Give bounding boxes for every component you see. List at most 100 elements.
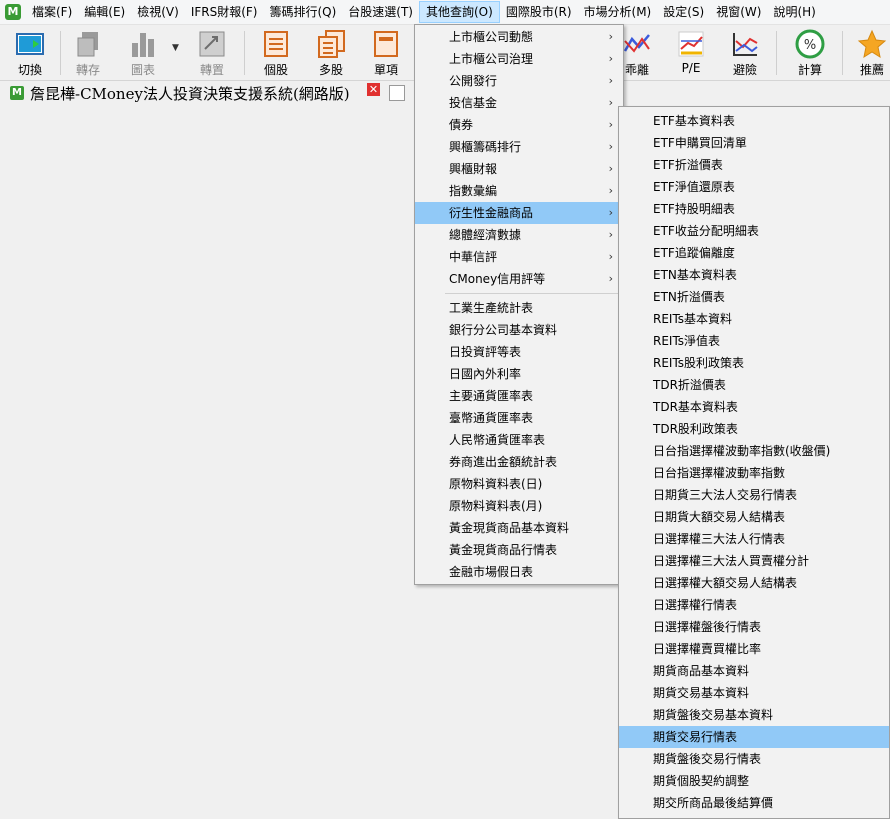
export-button[interactable]: 轉存 <box>62 27 114 77</box>
other-query-menu-item[interactable]: 興櫃籌碼排行 › <box>415 136 623 158</box>
submenu-arrow-icon: › <box>608 162 613 175</box>
other-query-menu-item[interactable]: 工業生產統計表 <box>415 297 623 319</box>
calculate-button[interactable]: % 計算 <box>784 27 836 77</box>
derivatives-submenu-item[interactable]: TDR基本資料表 <box>619 396 889 418</box>
transpose-button[interactable]: 轉置 <box>186 27 238 77</box>
other-query-menu-item[interactable]: 中華信評 › <box>415 246 623 268</box>
multi-stock-icon <box>318 30 345 58</box>
calculate-label: 計算 <box>797 63 822 77</box>
other-query-menu-item[interactable]: 上市櫃公司治理 › <box>415 48 623 70</box>
derivatives-submenu-item[interactable]: REITs股利政策表 <box>619 352 889 374</box>
derivatives-submenu-item[interactable]: ETF基本資料表 <box>619 110 889 132</box>
menu-market-analysis[interactable]: 市場分析(M) <box>578 1 658 23</box>
submenu-arrow-icon: › <box>608 206 613 219</box>
other-query-menu-item[interactable]: 債券 › <box>415 114 623 136</box>
new-window-icon[interactable] <box>389 85 405 101</box>
other-query-menu-item[interactable]: 黃金現貨商品行情表 <box>415 539 623 561</box>
other-query-menu-item[interactable]: 主要通貨匯率表 <box>415 385 623 407</box>
svg-text:%: % <box>804 38 816 53</box>
derivatives-submenu-item[interactable]: ETF淨值還原表 <box>619 176 889 198</box>
derivatives-submenu-item[interactable]: ETN折溢價表 <box>619 286 889 308</box>
menu-tw-quick-select[interactable]: 台股速選(T) <box>342 1 419 23</box>
other-query-menu-item[interactable]: 日國內外利率 <box>415 363 623 385</box>
derivatives-submenu-item[interactable]: 日台指選擇權波動率指數 <box>619 462 889 484</box>
other-query-menu-item[interactable]: CMoney信用評等 › <box>415 268 623 290</box>
other-query-menu-item[interactable]: 黃金現貨商品基本資料 <box>415 517 623 539</box>
chart-dropdown-arrow-icon[interactable]: ▼ <box>172 43 179 53</box>
derivatives-submenu-item[interactable]: 日台指選擇權波動率指數(收盤價) <box>619 440 889 462</box>
chart-button[interactable]: 圖表 <box>117 27 169 77</box>
recommend-label: 推薦 <box>859 63 884 77</box>
derivatives-submenu-item[interactable]: ETF申購買回清單 <box>619 132 889 154</box>
other-query-menu-item[interactable]: 興櫃財報 › <box>415 158 623 180</box>
chart-icon <box>132 33 154 57</box>
derivatives-submenu-item[interactable]: 日選擇權三大法人買賣權分計 <box>619 550 889 572</box>
derivatives-submenu-item[interactable]: 期貨交易基本資料 <box>619 682 889 704</box>
menu-window[interactable]: 視窗(W) <box>710 1 767 23</box>
menu-intl-market[interactable]: 國際股市(R) <box>500 1 578 23</box>
multi-stock-button[interactable]: 多股 <box>305 27 357 77</box>
other-query-menu-item[interactable]: 人民幣通貨匯率表 <box>415 429 623 451</box>
derivatives-submenu-item[interactable]: 日選擇權賣買權比率 <box>619 638 889 660</box>
switch-button[interactable]: 切換 <box>4 27 56 77</box>
menu-view[interactable]: 檢視(V) <box>131 1 185 23</box>
other-query-menu-item[interactable]: 指數彙編 › <box>415 180 623 202</box>
other-query-menu-item[interactable]: 投信基金 › <box>415 92 623 114</box>
derivatives-submenu-item[interactable]: 日選擇權行情表 <box>619 594 889 616</box>
menu-ifrs[interactable]: IFRS財報(F) <box>185 1 264 23</box>
percent-icon: % <box>795 29 825 59</box>
derivatives-submenu-item[interactable]: ETF追蹤偏離度 <box>619 242 889 264</box>
derivatives-submenu-item[interactable]: REITs淨值表 <box>619 330 889 352</box>
derivatives-submenu-item[interactable]: TDR股利政策表 <box>619 418 889 440</box>
derivatives-submenu-item[interactable]: 期貨交易行情表 <box>619 726 889 748</box>
menu-settings[interactable]: 設定(S) <box>657 1 710 23</box>
other-query-menu-item[interactable]: 原物料資料表(日) <box>415 473 623 495</box>
chart-label: 圖表 <box>130 63 155 77</box>
derivatives-submenu-item[interactable]: 期貨盤後交易基本資料 <box>619 704 889 726</box>
switch-icon <box>16 33 44 55</box>
menu-file[interactable]: 檔案(F) <box>26 1 78 23</box>
derivatives-submenu-item[interactable]: 期貨盤後交易行情表 <box>619 748 889 770</box>
close-tab-icon[interactable]: ✕ <box>367 83 380 96</box>
other-query-menu-item[interactable]: 金融市場假日表 <box>415 561 623 583</box>
document-tab[interactable]: M 詹昆樺-CMoney法人投資決策支援系統(網路版) <box>10 82 350 104</box>
menu-item-label: 興櫃籌碼排行 <box>449 140 522 154</box>
hedge-label: 避險 <box>732 63 757 77</box>
derivatives-submenu-item[interactable]: ETN基本資料表 <box>619 264 889 286</box>
derivatives-submenu-item[interactable]: 日選擇權三大法人行情表 <box>619 528 889 550</box>
other-query-menu-item[interactable]: 日投資評等表 <box>415 341 623 363</box>
other-query-menu-item[interactable]: 券商進出金額統計表 <box>415 451 623 473</box>
document-tab-title: 詹昆樺-CMoney法人投資決策支援系統(網路版) <box>30 84 350 103</box>
menu-other-query[interactable]: 其他查詢(O) <box>419 1 500 23</box>
menu-chip-ranking[interactable]: 籌碼排行(Q) <box>263 1 342 23</box>
menu-edit[interactable]: 編輯(E) <box>78 1 131 23</box>
hedge-button[interactable]: 避險 <box>719 27 771 77</box>
single-item-label: 單項 <box>373 63 398 77</box>
other-query-menu-item[interactable]: 銀行分公司基本資料 <box>415 319 623 341</box>
derivatives-submenu-item[interactable]: 期貨商品基本資料 <box>619 660 889 682</box>
derivatives-submenu-item[interactable]: REITs基本資料 <box>619 308 889 330</box>
derivatives-submenu-item[interactable]: ETF持股明細表 <box>619 198 889 220</box>
recommend-button[interactable]: 推薦 <box>846 27 890 77</box>
derivatives-submenu-item[interactable]: ETF折溢價表 <box>619 154 889 176</box>
derivatives-submenu-item[interactable]: 日期貨大額交易人結構表 <box>619 506 889 528</box>
other-query-menu-item[interactable]: 原物料資料表(月) <box>415 495 623 517</box>
other-query-menu-item[interactable]: 臺幣通貨匯率表 <box>415 407 623 429</box>
other-query-menu-item[interactable]: 上市櫃公司動態 › <box>415 26 623 48</box>
derivatives-submenu-item[interactable]: TDR折溢價表 <box>619 374 889 396</box>
menu-help[interactable]: 說明(H) <box>767 1 821 23</box>
derivatives-submenu-item[interactable]: 日期貨三大法人交易行情表 <box>619 484 889 506</box>
derivatives-submenu-item[interactable]: 日選擇權盤後行情表 <box>619 616 889 638</box>
single-item-button[interactable]: 單項 <box>360 27 412 77</box>
derivatives-submenu-item[interactable]: ETF收益分配明細表 <box>619 220 889 242</box>
single-stock-button[interactable]: 個股 <box>250 27 302 77</box>
other-query-menu-item[interactable]: 衍生性金融商品 › <box>415 202 623 224</box>
derivatives-submenu-item[interactable]: 期貨個股契約調整 <box>619 770 889 792</box>
transpose-label: 轉置 <box>199 63 224 77</box>
derivatives-submenu-item[interactable]: 日選擇權大額交易人結構表 <box>619 572 889 594</box>
menu-item-label: 上市櫃公司治理 <box>449 52 534 66</box>
other-query-menu-item[interactable]: 總體經濟數據 › <box>415 224 623 246</box>
pe-button[interactable]: P/E <box>665 27 717 77</box>
derivatives-submenu-item[interactable]: 期交所商品最後結算價 <box>619 792 889 814</box>
other-query-menu-item[interactable]: 公開發行 › <box>415 70 623 92</box>
